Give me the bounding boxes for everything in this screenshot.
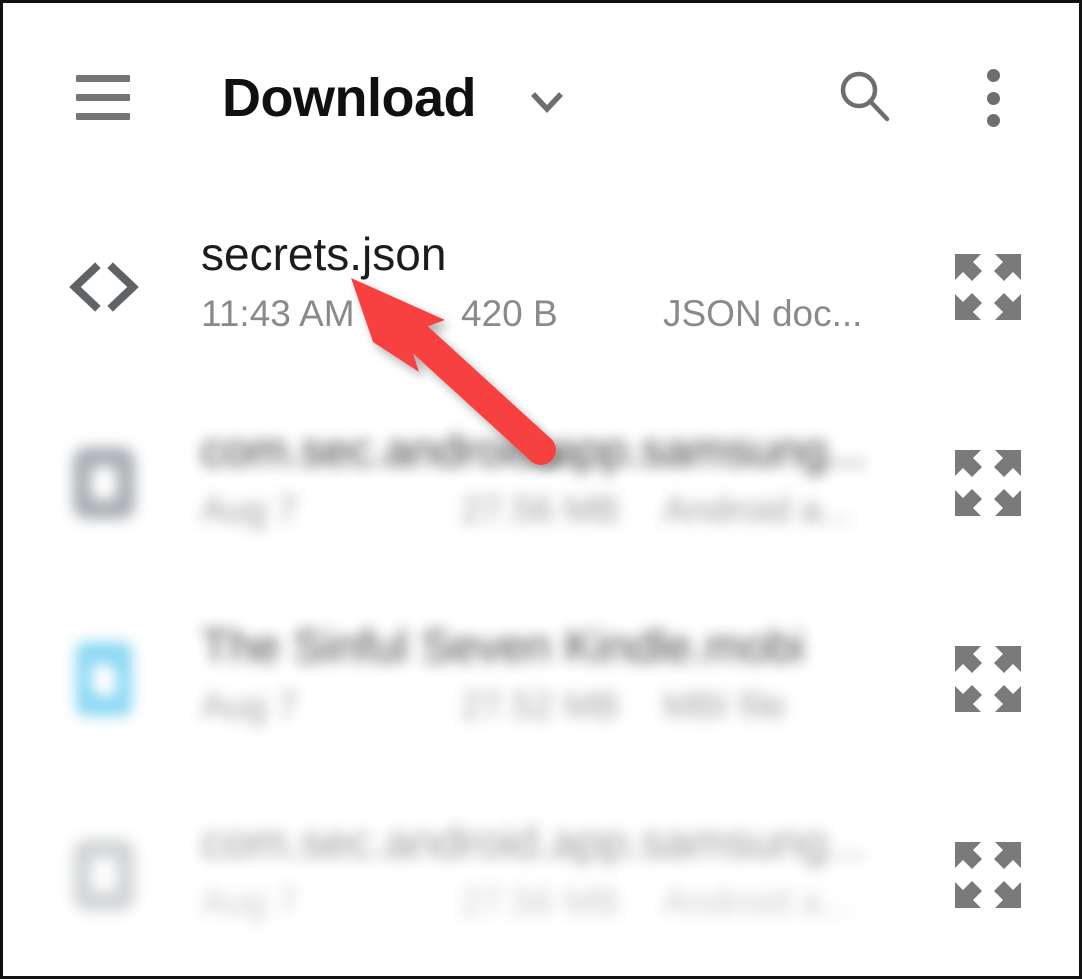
page-title: Download [222,68,476,128]
file-date: 11:43 AM [201,293,355,334]
file-kind: Android a... [663,881,853,922]
file-row-body: com.sec.android.app.samsung... Aug 7 27.… [201,413,1079,553]
file-kind: Android a... [663,489,853,530]
expand-arrows-icon[interactable] [951,250,1025,324]
search-icon[interactable] [836,67,894,125]
apk-package-icon [61,832,147,918]
table-row[interactable]: secrets.json 11:43 AM 420 B JSON doc... [3,189,1079,385]
table-row[interactable]: com.sec.android.app.samsung... Aug 7 27.… [3,777,1079,973]
file-date: Aug 7 [201,685,298,726]
hamburger-bar [76,94,130,101]
file-row-body: The Sinful Seven Kindle.mobi Aug 7 27.52… [201,609,1079,749]
hamburger-icon[interactable] [76,75,130,120]
expand-arrows-icon[interactable] [951,642,1025,716]
more-vertical-icon[interactable] [971,69,1015,127]
code-file-icon [61,244,147,330]
ebook-doc-icon [61,636,147,722]
file-date: Aug 7 [201,489,298,530]
file-name: The Sinful Seven Kindle.mobi [201,620,805,672]
app-bar: Download [3,3,1079,189]
file-size: 27.56 MB [461,881,620,922]
file-kind: JSON doc... [663,293,863,334]
file-name: com.sec.android.app.samsung... [201,424,866,476]
file-name: secrets.json [201,228,447,280]
table-row[interactable]: The Sinful Seven Kindle.mobi Aug 7 27.52… [3,581,1079,777]
phone-screenshot: Download secrets.json 11:43 AM 420 B JSO… [0,0,1082,979]
overflow-dot [986,69,1000,82]
table-row[interactable]: com.sec.android.app.samsung... Aug 7 27.… [3,385,1079,581]
chevron-down-icon[interactable] [526,81,568,123]
file-size: 27.52 MB [461,685,620,726]
file-name: com.sec.android.app.samsung... [201,816,866,868]
hamburger-bar [76,113,130,120]
overflow-dot [986,114,1000,127]
hamburger-bar [76,75,130,82]
file-size: 420 B [461,293,558,334]
file-row-body: secrets.json 11:43 AM 420 B JSON doc... [201,217,1079,357]
overflow-dot [986,91,1000,105]
file-kind: MBI file [663,685,787,726]
expand-arrows-icon[interactable] [951,838,1025,912]
file-list: secrets.json 11:43 AM 420 B JSON doc... [3,189,1079,973]
expand-arrows-icon[interactable] [951,446,1025,520]
file-size: 27.56 MB [461,489,620,530]
apk-package-icon [61,440,147,526]
file-row-body: com.sec.android.app.samsung... Aug 7 27.… [201,805,1079,945]
file-date: Aug 7 [201,881,298,922]
